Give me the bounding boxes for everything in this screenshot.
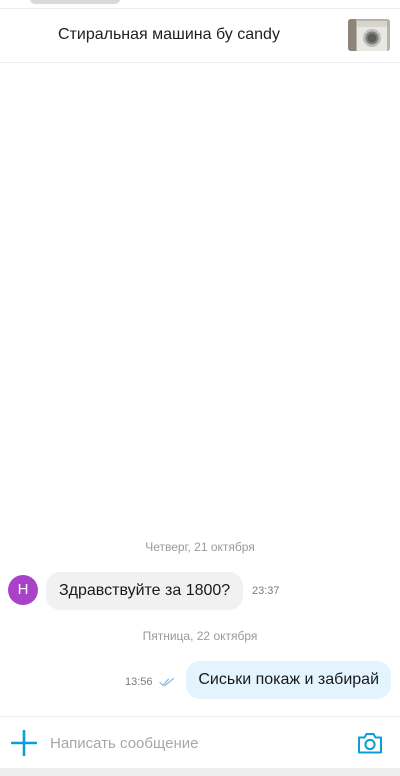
double-check-icon xyxy=(159,677,175,687)
chat-header[interactable]: Стиральная машина бу candy xyxy=(0,9,400,63)
top-remnant xyxy=(0,0,400,9)
previous-screen-edge xyxy=(30,0,120,4)
incoming-message-time: 23:37 xyxy=(252,585,280,597)
outgoing-message[interactable]: Сиськи покаж и забирай xyxy=(186,661,391,699)
outgoing-message-text: Сиськи покаж и забирай xyxy=(198,671,379,688)
message-input[interactable] xyxy=(50,730,330,756)
date-separator-friday: Пятница, 22 октября xyxy=(142,629,258,643)
date-separator-thursday: Четверг, 21 октября xyxy=(145,540,255,554)
avatar-letter: Н xyxy=(17,581,29,598)
incoming-message[interactable]: Здравствуйте за 1800? xyxy=(46,572,244,610)
outgoing-message-time: 13:56 xyxy=(125,676,153,688)
listing-thumbnail[interactable] xyxy=(348,19,390,51)
plus-icon[interactable] xyxy=(11,730,37,756)
washing-machine-photo-icon xyxy=(348,19,390,51)
bottom-system-bar xyxy=(0,768,400,776)
message-composer xyxy=(0,716,400,769)
camera-icon[interactable] xyxy=(356,729,384,757)
incoming-message-text: Здравствуйте за 1800? xyxy=(59,582,231,599)
avatar[interactable]: Н xyxy=(8,575,38,605)
listing-title[interactable]: Стиральная машина бу candy xyxy=(58,26,280,44)
